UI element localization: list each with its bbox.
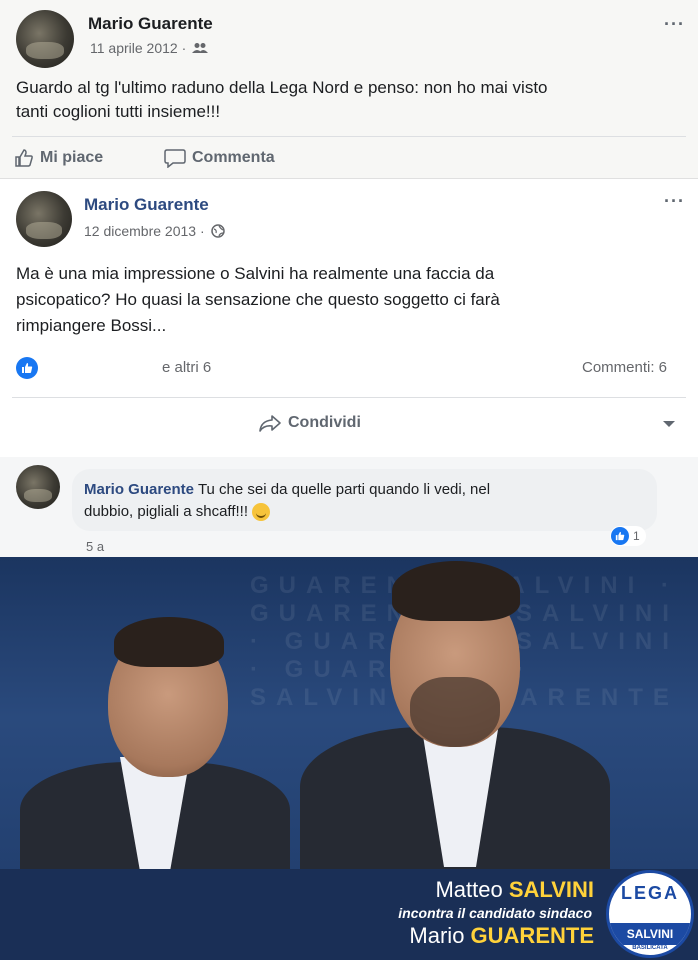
author-avatar[interactable] [16,191,72,247]
post-text-line: tanti coglioni tutti insieme!!! [16,102,221,121]
post-author[interactable]: Mario Guarente [88,14,213,34]
post-text-line: rimpiangere Bossi... [16,316,167,335]
post-date[interactable]: 11 aprile 2012 · [90,40,209,56]
post-text-line: psicopatico? Ho quasi la sensazione che … [16,290,500,309]
post-date-text[interactable]: 11 aprile 2012 · [90,40,186,56]
campaign-poster: GUARENTE SALVINI · GUARENTE · SALVINI · … [0,557,698,960]
poster-line-guarente: Mario GUARENTE [409,923,594,948]
author-avatar[interactable] [16,10,74,68]
thumbs-up-icon [15,149,33,167]
share-button[interactable]: Condividi [258,413,361,433]
comment-text: Tu che sei da quelle parti quando li ved… [197,481,491,498]
share-label: Condividi [288,414,361,431]
poster-line-salvini: Matteo SALVINI [435,877,594,902]
share-icon [259,415,281,432]
post-text: Ma è una mia impressione o Salvini ha re… [16,261,500,339]
chevron-down-icon[interactable] [662,419,676,429]
like-reaction-icon[interactable] [16,357,38,379]
post-date[interactable]: 12 dicembre 2013 · [84,223,225,239]
comment-reactions[interactable]: 1 [610,526,646,546]
post-text-line: Ma è una mia impressione o Salvini ha re… [16,264,495,283]
like-label: Mi piace [40,149,104,166]
post-2012: Mario Guarente 11 aprile 2012 · ··· Guar… [0,0,698,178]
lega-salvini-logo: LEGA SALVINI BASILICATA [606,870,694,958]
comment-text: dubbio, pigliali a shcaff!!! [84,503,248,520]
post-2013: Mario Guarente 12 dicembre 2013 · ··· Ma… [0,178,698,457]
post-text: Guardo al tg l'ultimo raduno della Lega … [16,76,548,124]
globe-icon [210,224,225,238]
smiley-icon [252,503,271,522]
comment-like-count: 1 [633,529,640,543]
poster-line-subtitle: incontra il candidato sindaco [398,905,592,921]
more-options-icon[interactable]: ··· [664,191,685,212]
comment-label: Commenta [192,149,275,166]
comment-button[interactable]: Commenta [164,148,275,168]
candidate-photo [20,597,290,882]
reactions-summary[interactable]: e altri 6 [162,359,211,376]
like-reaction-icon [611,527,629,545]
more-options-icon[interactable]: ··· [664,14,685,35]
salvini-photo [300,557,610,877]
commenter-name[interactable]: Mario Guarente [84,481,194,498]
like-button[interactable]: Mi piace [14,148,103,168]
friends-icon [192,43,209,53]
comment-bubble: Mario Guarente Tu che sei da quelle part… [72,469,657,531]
comments-count[interactable]: Commenti: 6 [582,359,667,376]
post-author[interactable]: Mario Guarente [84,195,209,215]
divider [12,397,686,398]
post-text-line: Guardo al tg l'ultimo raduno della Lega … [16,78,548,97]
commenter-avatar[interactable] [16,465,60,509]
comment-icon [164,149,186,168]
comment-section: Mario Guarente Tu che sei da quelle part… [0,457,698,557]
post-date-text[interactable]: 12 dicembre 2013 · [84,223,205,239]
divider [12,136,686,137]
comment-age[interactable]: 5 a [86,539,104,554]
